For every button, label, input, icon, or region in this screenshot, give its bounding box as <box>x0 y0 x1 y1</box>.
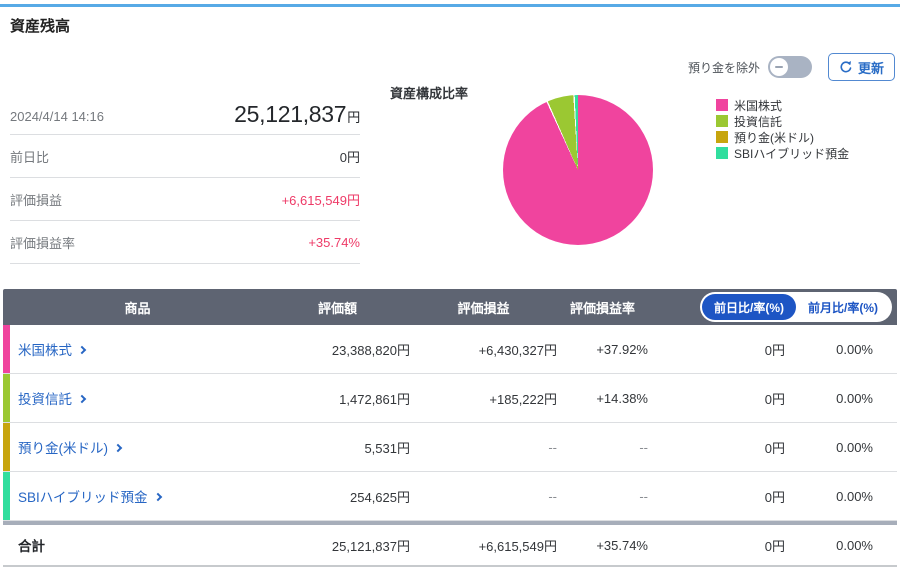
chevron-right-icon <box>78 394 86 402</box>
legend-swatch <box>716 147 728 159</box>
legend-swatch <box>716 99 728 111</box>
table-row-usd-deposit: 預り金(米ドル) 5,531円 -- -- 0円 0.00% <box>3 423 897 472</box>
table-row-total: 合計 25,121,837円 +6,615,549円 +35.74% 0円 0.… <box>3 525 897 567</box>
legend-swatch <box>716 115 728 127</box>
refresh-button[interactable]: 更新 <box>828 53 895 81</box>
table-row-mutual-funds: 投資信託 1,472,861円 +185,222円 +14.38% 0円 0.0… <box>3 374 897 423</box>
top-accent-bar <box>0 4 900 7</box>
summary-row-daily-change: 前日比 0円 <box>10 135 360 178</box>
minus-icon <box>775 66 783 68</box>
toggle-knob <box>770 58 788 76</box>
table-row-sbi-hybrid-deposit: SBIハイブリッド預金 254,625円 -- -- 0円 0.00% <box>3 472 897 521</box>
asset-balance-page: 資産残高 預り金を除外 更新 2024/4/14 14:16 25,121,83… <box>0 0 900 572</box>
toggle-daily-comparison[interactable]: 前日比/率(%) <box>702 294 796 320</box>
legend-item: SBIハイブリッド預金 <box>716 145 849 161</box>
product-link[interactable]: SBIハイブリッド預金 <box>10 486 265 506</box>
col-header-product: 商品 <box>10 298 265 317</box>
exclude-deposit-toggle-label: 預り金を除外 <box>688 59 760 76</box>
asset-table: 商品 評価額 評価損益 評価損益率 前日比/率(%) 前月比/率(%) 米国株式… <box>3 289 897 567</box>
col-header-pl-rate: 評価損益率 <box>557 298 648 317</box>
col-header-valuation: 評価額 <box>265 298 410 317</box>
chevron-right-icon <box>153 492 161 500</box>
row-color-strip <box>3 374 10 422</box>
row-color-strip <box>3 472 10 520</box>
product-link[interactable]: 米国株式 <box>10 339 265 359</box>
row-color-strip <box>3 423 10 471</box>
product-link[interactable]: 預り金(米ドル) <box>10 437 265 457</box>
summary-row-pl: 評価損益 +6,615,549円 <box>10 178 360 221</box>
table-row-us-stocks: 米国株式 23,388,820円 +6,430,327円 +37.92% 0円 … <box>3 325 897 374</box>
summary-head: 2024/4/14 14:16 25,121,837円 <box>10 92 360 135</box>
row-color-strip <box>3 325 10 373</box>
toggle-monthly-comparison[interactable]: 前月比/率(%) <box>796 294 890 320</box>
legend-swatch <box>716 131 728 143</box>
summary-panel: 2024/4/14 14:16 25,121,837円 前日比 0円 評価損益 … <box>10 92 360 264</box>
pie-chart-title: 資産構成比率 <box>390 83 468 102</box>
page-title: 資産残高 <box>10 15 70 36</box>
total-label: 合計 <box>10 535 265 555</box>
chevron-right-icon <box>78 345 86 353</box>
legend-item: 米国株式 <box>716 97 849 113</box>
period-toggle-group: 前日比/率(%) 前月比/率(%) <box>648 292 897 322</box>
exclude-deposit-toggle-wrap: 預り金を除外 <box>688 56 812 78</box>
header-controls: 預り金を除外 更新 <box>688 53 895 81</box>
pie-legend: 米国株式 投資信託 預り金(米ドル) SBIハイブリッド預金 <box>716 97 849 161</box>
col-header-pl: 評価損益 <box>410 298 557 317</box>
pie-chart <box>503 95 653 245</box>
legend-item: 投資信託 <box>716 113 849 129</box>
refresh-icon <box>839 60 853 74</box>
legend-item: 預り金(米ドル) <box>716 129 849 145</box>
total-asset-value: 25,121,837円 <box>234 101 360 128</box>
exclude-deposit-toggle[interactable] <box>768 56 812 78</box>
yen-unit: 円 <box>347 110 360 125</box>
table-header: 商品 評価額 評価損益 評価損益率 前日比/率(%) 前月比/率(%) <box>3 289 897 325</box>
chevron-right-icon <box>114 443 122 451</box>
timestamp: 2024/4/14 14:16 <box>10 109 104 128</box>
product-link[interactable]: 投資信託 <box>10 388 265 408</box>
summary-row-pl-rate: 評価損益率 +35.74% <box>10 221 360 264</box>
refresh-label: 更新 <box>858 58 884 77</box>
